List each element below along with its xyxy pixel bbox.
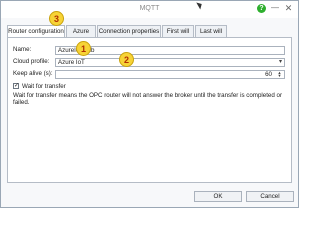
router-configuration-panel: Name: AzureIoTHub Cloud profile: Azure I… [7,37,292,183]
tab-connection-properties[interactable]: Connection properties [97,25,161,37]
keep-alive-stepper[interactable]: 60 ▲ ▼ [55,70,285,79]
spin-down-icon[interactable]: ▼ [276,74,283,78]
close-icon[interactable]: ✕ [284,3,293,13]
cloud-profile-value: Azure IoT [58,59,85,66]
callout-badge-1: 1 [76,41,91,56]
cloud-profile-select[interactable]: Azure IoT ▾ [55,58,285,67]
wait-for-transfer-note: Wait for transfer means the OPC router w… [13,92,283,106]
keep-alive-value: 60 [265,71,272,78]
tab-azure[interactable]: Azure [66,25,96,37]
title-bar: MQTT ? — ✕ [1,1,298,18]
chevron-down-icon: ▾ [278,59,282,65]
window-title: MQTT [139,5,160,12]
cloud-profile-label: Cloud profile: [13,58,50,65]
cancel-button[interactable]: Cancel [246,191,294,202]
help-icon[interactable]: ? [257,4,266,13]
name-label: Name: [13,46,32,53]
tab-last-will[interactable]: Last will [195,25,227,37]
callout-badge-2: 2 [119,52,134,67]
minimize-icon[interactable]: — [271,3,279,13]
callout-badge-3: 3 [49,11,64,26]
tab-first-will[interactable]: First will [162,25,194,37]
wait-for-transfer-label: Wait for transfer [22,83,66,90]
keep-alive-label: Keep alive (s): [13,70,53,77]
wait-for-transfer-checkbox[interactable]: ✓ [13,83,19,89]
mqtt-dialog: MQTT ? — ✕ Router configuration Azure Co… [0,0,299,208]
ok-button[interactable]: OK [194,191,242,202]
